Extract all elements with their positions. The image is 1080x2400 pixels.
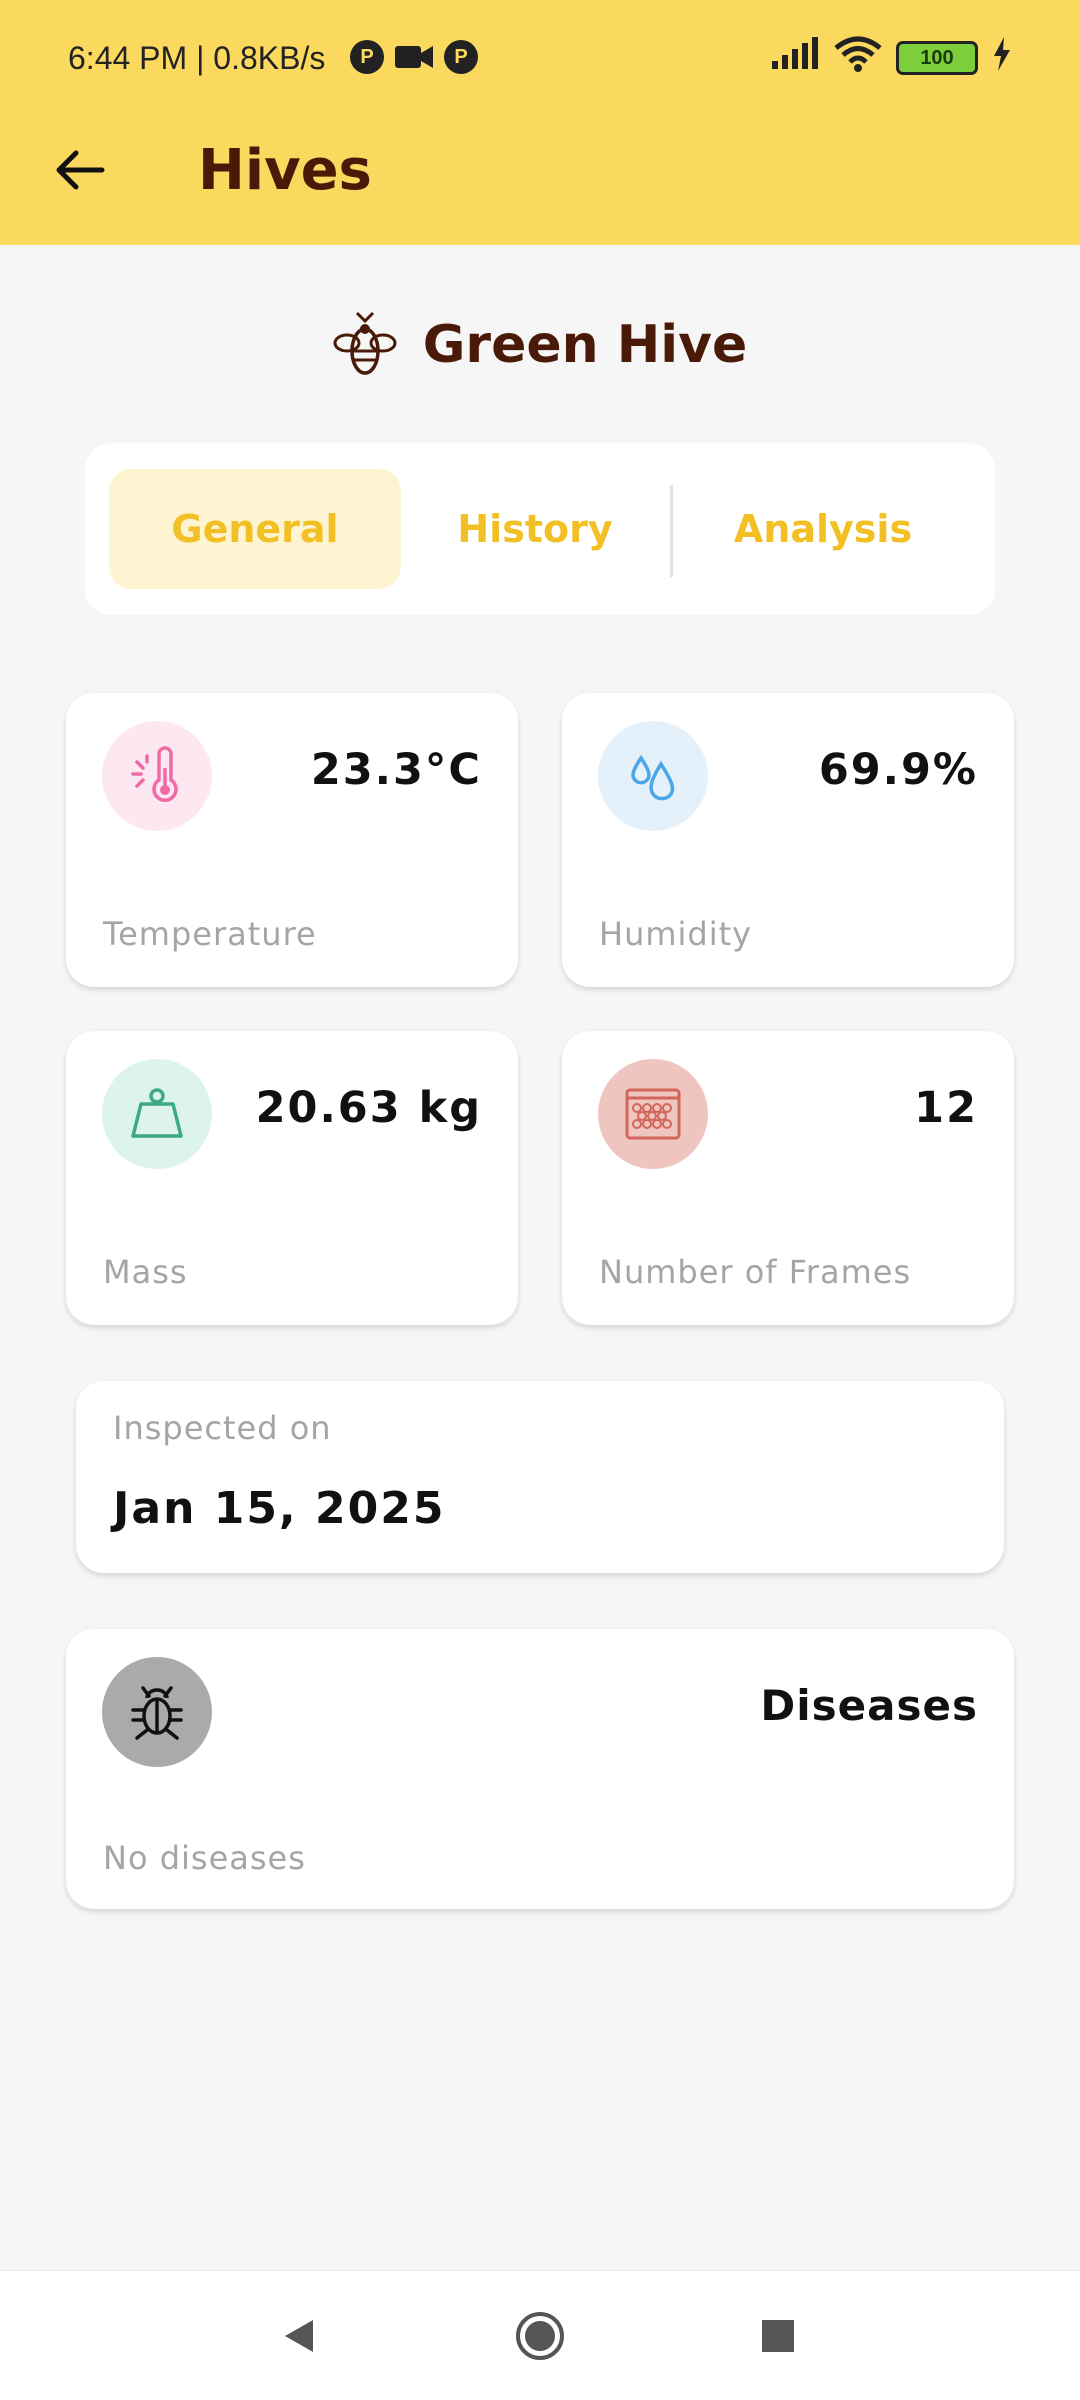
notification-app-icon: P bbox=[350, 40, 384, 74]
tab-history[interactable]: History bbox=[401, 469, 669, 589]
tab-bar: General History Analysis bbox=[85, 443, 995, 615]
nav-recents-button[interactable] bbox=[743, 2301, 813, 2371]
notification-app-icon-2: P bbox=[444, 40, 478, 74]
status-time: 6:44 PM | 0.8KB/s bbox=[68, 40, 326, 76]
humidity-card[interactable]: 69.9% Humidity bbox=[562, 693, 1014, 987]
tab-general[interactable]: General bbox=[109, 469, 401, 589]
humidity-value: 69.9% bbox=[818, 745, 978, 795]
temperature-label: Temperature bbox=[103, 915, 317, 953]
app-bar: Hives bbox=[0, 120, 1080, 245]
tab-analysis[interactable]: Analysis bbox=[673, 469, 973, 589]
wifi-icon bbox=[834, 36, 882, 80]
back-button[interactable] bbox=[50, 140, 110, 200]
inspection-date: Jan 15, 2025 bbox=[113, 1483, 446, 1534]
temperature-value: 23.3°C bbox=[310, 745, 482, 795]
top-bar: 6:44 PM | 0.8KB/s P P 100 Hives bbox=[0, 0, 1080, 245]
battery-icon: 100 bbox=[896, 41, 978, 75]
hive-header: Green Hive bbox=[0, 305, 1080, 385]
droplets-icon bbox=[598, 721, 708, 831]
frames-label: Number of Frames bbox=[599, 1253, 912, 1291]
status-notification-icons: P P bbox=[350, 40, 478, 74]
circle-home-icon bbox=[516, 2312, 564, 2360]
diseases-text: No diseases bbox=[103, 1839, 306, 1877]
bug-icon bbox=[102, 1657, 212, 1767]
bee-icon bbox=[333, 307, 397, 383]
square-recents-icon bbox=[762, 2320, 794, 2352]
signal-icon bbox=[770, 37, 820, 79]
system-nav-bar bbox=[0, 2270, 1080, 2400]
honeycomb-frame-icon bbox=[598, 1059, 708, 1169]
diseases-title: Diseases bbox=[760, 1681, 978, 1730]
triangle-back-icon bbox=[285, 2320, 313, 2352]
status-bar: 6:44 PM | 0.8KB/s P P 100 bbox=[0, 0, 1080, 120]
inspection-label: Inspected on bbox=[113, 1409, 332, 1447]
nav-back-button[interactable] bbox=[264, 2301, 334, 2371]
video-camera-icon bbox=[394, 40, 434, 74]
temperature-card[interactable]: 23.3°C Temperature bbox=[66, 693, 518, 987]
mass-card[interactable]: 20.63 kg Mass bbox=[66, 1031, 518, 1325]
diseases-card[interactable]: Diseases No diseases bbox=[66, 1629, 1014, 1909]
mass-label: Mass bbox=[103, 1253, 188, 1291]
frames-value: 12 bbox=[914, 1083, 978, 1133]
humidity-label: Humidity bbox=[599, 915, 753, 953]
page-title: Hives bbox=[198, 138, 372, 203]
charging-icon bbox=[992, 37, 1012, 79]
mass-value: 20.63 kg bbox=[255, 1083, 482, 1133]
nav-home-button[interactable] bbox=[505, 2301, 575, 2371]
inspection-card[interactable]: Inspected on Jan 15, 2025 bbox=[76, 1381, 1004, 1573]
weight-icon bbox=[102, 1059, 212, 1169]
frames-card[interactable]: 12 Number of Frames bbox=[562, 1031, 1014, 1325]
arrow-left-icon bbox=[56, 150, 105, 190]
hive-name: Green Hive bbox=[422, 315, 748, 375]
status-right: 100 bbox=[770, 36, 1012, 80]
thermometer-icon bbox=[102, 721, 212, 831]
